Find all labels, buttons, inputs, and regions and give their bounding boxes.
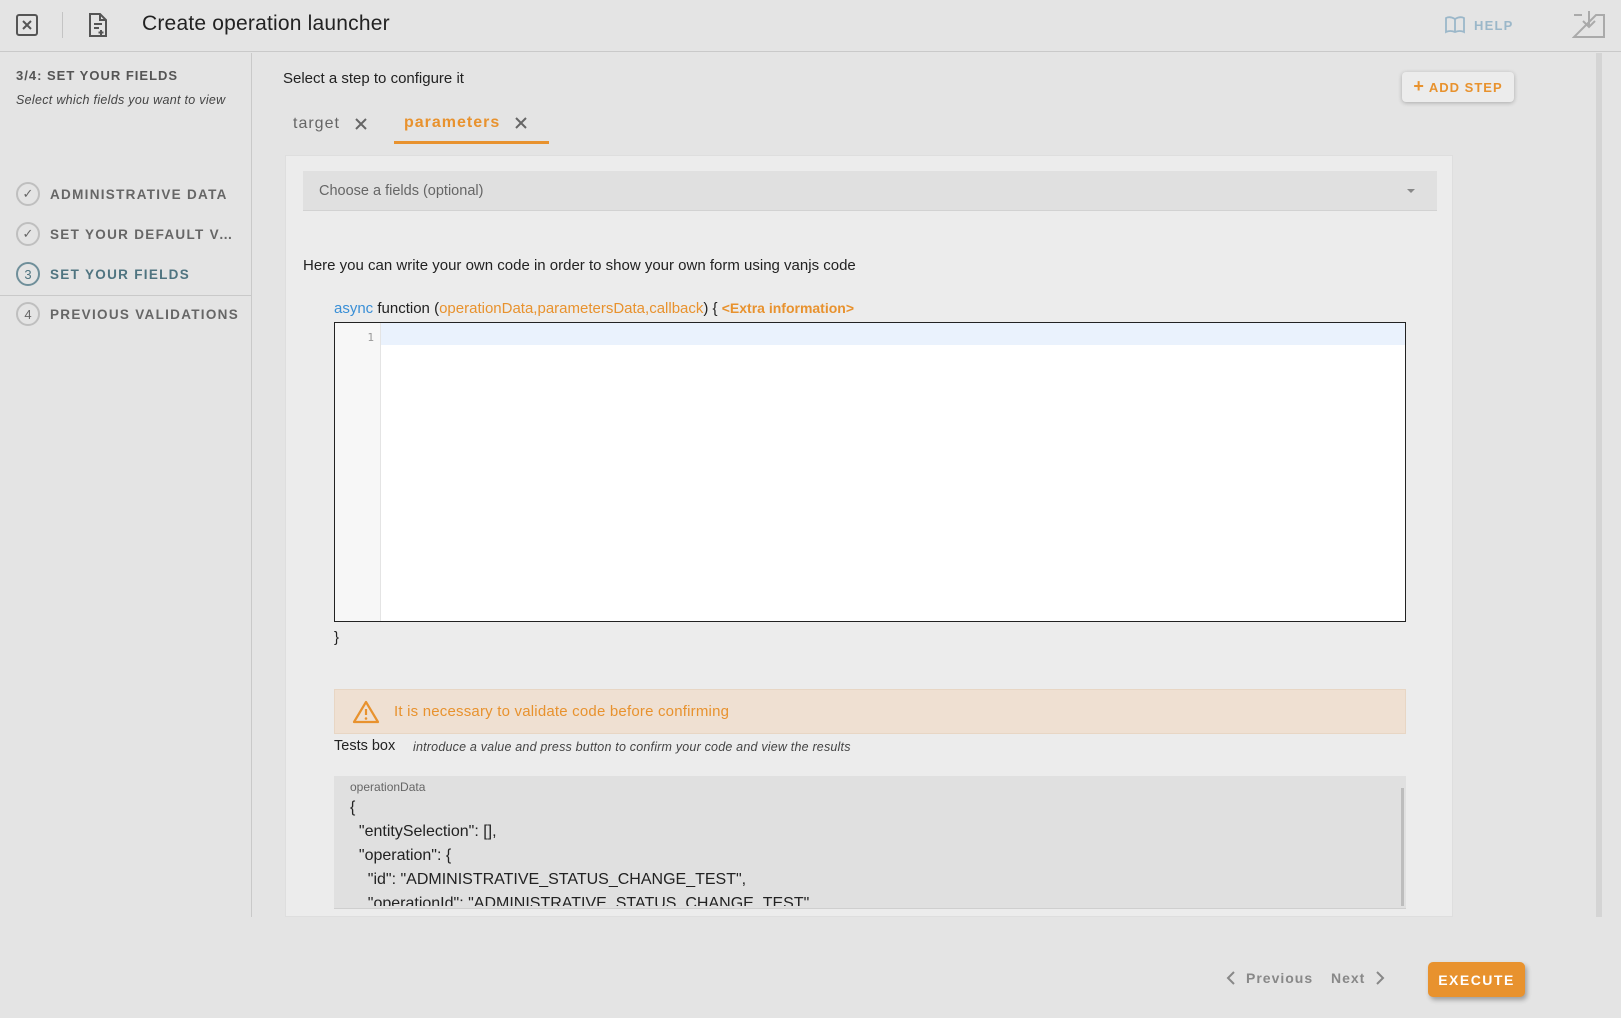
operation-data-label: operationData (350, 780, 426, 794)
operation-data-input[interactable] (350, 796, 1380, 906)
tests-box-hint: introduce a value and press button to co… (413, 740, 851, 754)
validation-warning: It is necessary to validate code before … (334, 689, 1406, 734)
page-scrollbar[interactable] (1596, 53, 1602, 917)
sidebar-step-label: SET YOUR DEFAULT VALUES (50, 226, 240, 242)
top-bar: Create operation launcher HELP (0, 0, 1621, 52)
close-icon[interactable] (16, 14, 38, 36)
sidebar-step-set-fields[interactable]: 3 SET YOUR FIELDS (16, 261, 252, 287)
warning-icon (352, 700, 380, 723)
async-keyword: async (334, 300, 374, 317)
step-heading: 3/4: SET YOUR FIELDS (16, 68, 179, 83)
tab-parameters[interactable]: parameters (394, 104, 549, 144)
sidebar-step-default-values[interactable]: ✓ SET YOUR DEFAULT VALUES (16, 221, 252, 247)
plus-icon: + (1413, 76, 1425, 96)
code-description: Here you can write your own code in orde… (303, 257, 856, 274)
function-signature: async function (operationData,parameters… (334, 300, 854, 317)
tab-label: target (293, 115, 340, 132)
help-button[interactable]: HELP (1444, 14, 1513, 36)
help-label: HELP (1474, 17, 1514, 33)
next-label: Next (1331, 970, 1366, 986)
next-button[interactable]: Next (1331, 970, 1385, 986)
step-number-4: 4 (16, 302, 40, 326)
check-icon: ✓ (16, 182, 40, 206)
sidebar-divider (0, 295, 252, 296)
tray-icon[interactable] (1571, 9, 1606, 39)
sidebar-step-administrative-data[interactable]: ✓ ADMINISTRATIVE DATA (16, 181, 252, 207)
check-icon: ✓ (16, 222, 40, 246)
chevron-right-icon (1376, 971, 1385, 985)
operation-data-field[interactable]: operationData (334, 776, 1406, 909)
add-step-button[interactable]: + ADD STEP (1402, 72, 1514, 102)
tab-label: parameters (404, 113, 501, 131)
editor-gutter: 1 (335, 323, 381, 621)
page-title: Create operation launcher (142, 12, 390, 35)
previous-button[interactable]: Previous (1226, 970, 1313, 986)
closing-brace: } (334, 629, 340, 646)
close-icon[interactable] (354, 117, 368, 131)
step-number-3: 3 (16, 262, 40, 286)
previous-label: Previous (1246, 970, 1314, 986)
chevron-left-icon (1226, 971, 1235, 985)
book-icon (1445, 16, 1465, 34)
caret-down-icon (1407, 189, 1415, 193)
fields-select-placeholder: Choose a fields (optional) (319, 182, 484, 199)
step-subtitle: Select which fields you want to view (16, 93, 226, 107)
testbox-scrollbar[interactable] (1401, 788, 1404, 906)
fields-select[interactable]: Choose a fields (optional) (303, 171, 1437, 211)
header-divider (62, 12, 63, 38)
code-input[interactable] (387, 325, 1397, 615)
sidebar-step-label: ADMINISTRATIVE DATA (50, 186, 228, 202)
signature-close: ) { (703, 300, 718, 317)
close-icon[interactable] (514, 116, 528, 130)
document-icon[interactable] (87, 12, 109, 38)
line-number: 1 (367, 331, 374, 344)
warning-text: It is necessary to validate code before … (394, 703, 730, 720)
sidebar-step-label: SET YOUR FIELDS (50, 266, 191, 282)
wizard-sidebar: 3/4: SET YOUR FIELDS Select which fields… (0, 53, 252, 917)
tests-box-label: Tests box (334, 738, 396, 754)
step-config-panel: Choose a fields (optional) Here you can … (285, 155, 1453, 917)
execute-button[interactable]: EXECUTE (1428, 962, 1525, 997)
function-keyword: function (377, 300, 430, 317)
function-args: operationData,parametersData,callback (439, 300, 704, 317)
sidebar-step-previous-validations[interactable]: 4 PREVIOUS VALIDATIONS (16, 301, 252, 327)
add-step-label: ADD STEP (1428, 79, 1503, 95)
select-step-text: Select a step to configure it (283, 70, 464, 87)
tab-target[interactable]: target (283, 104, 378, 144)
sidebar-step-label: PREVIOUS VALIDATIONS (50, 306, 240, 322)
code-editor[interactable]: 1 (334, 322, 1406, 622)
extra-information-link[interactable]: <Extra information> (722, 300, 854, 316)
